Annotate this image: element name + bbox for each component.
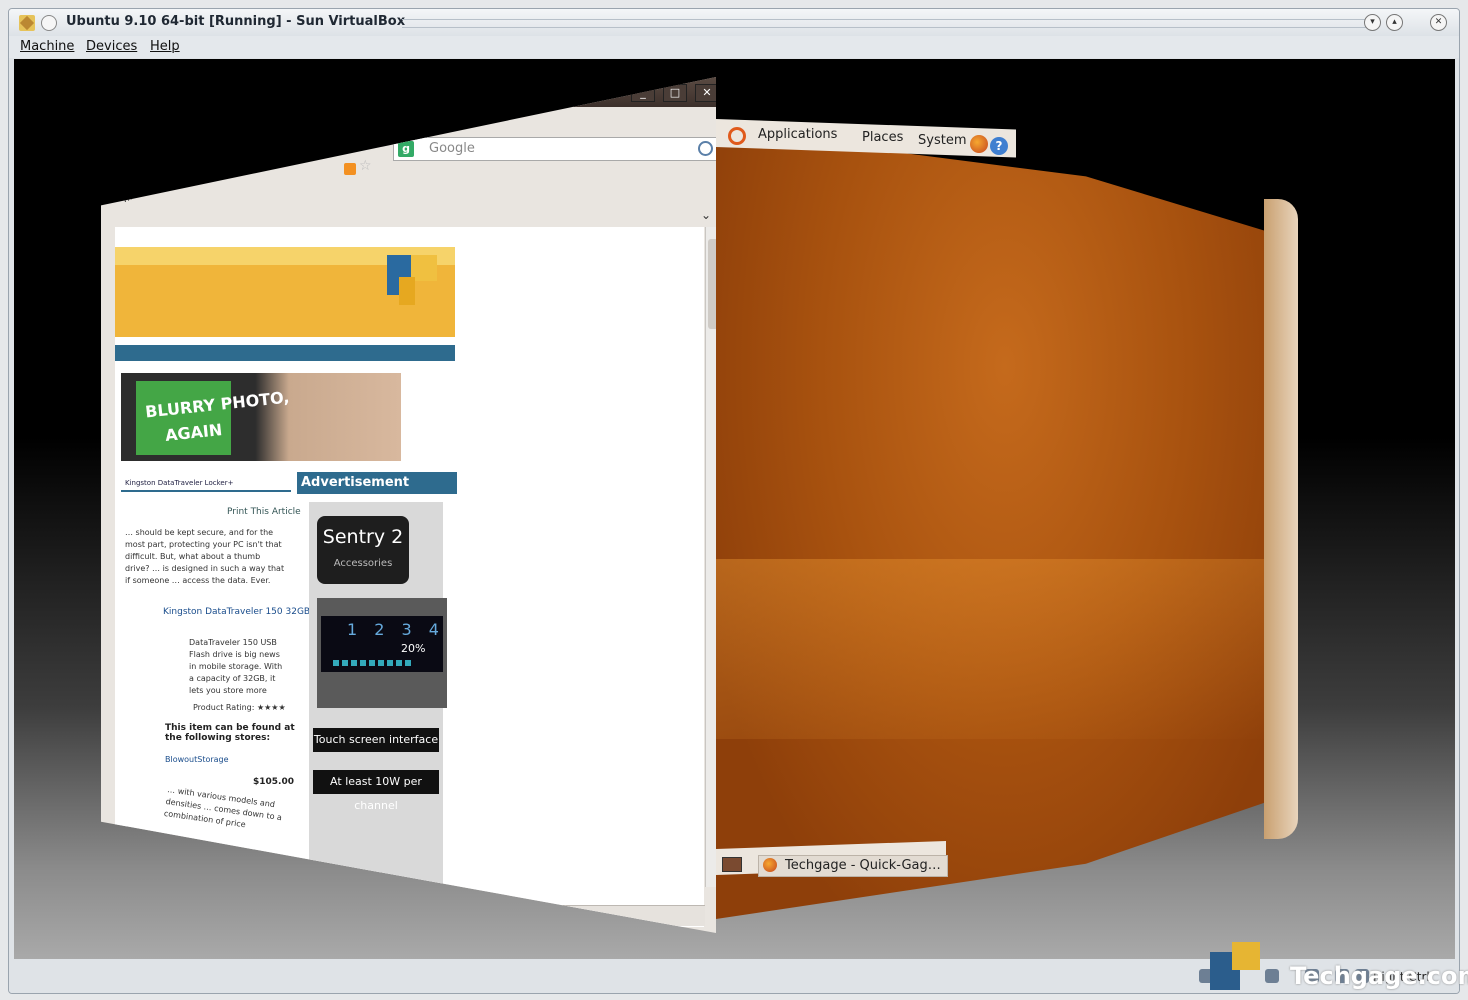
menu-machine[interactable]: Machine (20, 39, 74, 54)
banner-image[interactable]: BLURRY PHOTO, AGAIN (121, 373, 401, 461)
taskbar-item-label: Techgage - Quick-Gag… (785, 858, 941, 873)
firefox-maximize-icon[interactable]: □ (663, 84, 687, 102)
product-name-link[interactable]: Kingston DataTraveler 150 32GB USB (163, 607, 331, 617)
cube-edge (1264, 199, 1298, 839)
window-title: Ubuntu 9.10 64-bit [Running] - Sun Virtu… (66, 14, 406, 29)
help-launcher-icon[interactable]: ? (990, 137, 1008, 155)
product-rating: Product Rating: ★★★★ (193, 703, 286, 712)
usb-icon[interactable] (1265, 969, 1279, 983)
search-placeholder: Google (429, 141, 475, 156)
ad-subtitle: Accessories (333, 558, 393, 569)
watermark-text: Techgage.com (1290, 962, 1468, 990)
firefox-close-icon[interactable]: ✕ (695, 84, 716, 102)
article-excerpt: … should be kept secure, and for the mos… (125, 528, 285, 585)
virtualbox-app-icon[interactable] (19, 15, 35, 31)
firefox-window: _ □ ✕ … DataTraveler Locker+ - Mozilla F… (101, 77, 716, 933)
retailer-link[interactable]: BlowoutStorage (165, 755, 229, 764)
ad-display-numbers: 1 2 3 4 (347, 620, 445, 639)
firefox-icon (763, 858, 777, 872)
ubuntu-logo-icon[interactable] (728, 127, 746, 145)
product-description: DataTraveler 150 USB Flash drive is big … (189, 638, 283, 695)
ad-caption-power: At least 10W per channel (313, 770, 439, 812)
firefox-minimize-icon[interactable]: _ (631, 84, 655, 102)
menu-help[interactable]: Help (150, 39, 180, 54)
firefox-launcher-icon[interactable] (970, 135, 988, 153)
site-nav-bar (115, 345, 455, 361)
search-box[interactable]: g Google (393, 137, 716, 161)
title-bar[interactable]: Ubuntu 9.10 64-bit [Running] - Sun Virtu… (9, 9, 1459, 36)
article-continued-text: … with various models and densities … co… (163, 785, 283, 830)
bookmark-star-icon[interactable]: ☆ (359, 158, 372, 174)
advertisement-label: Advertisement (301, 475, 410, 490)
stores-heading: This item can be found at the following … (165, 723, 295, 743)
menu-applications[interactable]: Applications (758, 127, 837, 142)
watermark-logo (1210, 942, 1260, 992)
ad-caption-touchscreen: Touch screen interface (313, 728, 439, 752)
advertisement-box[interactable]: Sentry 2 Accessories 1 2 3 4 20% Touch s… (309, 502, 447, 892)
guest-screen[interactable]: Applications Places System ? Techgage - … (14, 59, 1455, 959)
rss-feed-icon[interactable] (344, 163, 356, 175)
print-article-link[interactable]: Print This Article (227, 507, 301, 517)
menu-bar: Machine Devices Help (9, 36, 1459, 58)
google-search-engine-icon[interactable]: g (398, 141, 414, 157)
ad-sentry-logo: Sentry 2 Accessories (317, 516, 409, 584)
firefox-title-bar[interactable]: _ □ ✕ (101, 77, 716, 107)
menu-system[interactable]: System (918, 133, 966, 148)
minimize-icon[interactable]: ▾ (1364, 14, 1381, 31)
article-title: Kingston DataTraveler Locker+ (125, 479, 234, 487)
pin-icon[interactable] (41, 15, 57, 31)
close-icon[interactable]: ✕ (1430, 14, 1447, 31)
chevron-down-icon[interactable]: ⌄ (701, 208, 711, 222)
page-content[interactable]: BLURRY PHOTO, AGAIN Kingston DataTravele… (115, 227, 704, 927)
search-icon[interactable] (698, 141, 713, 156)
firefox-window-title: … DataTraveler Locker+ - Mozilla Firefox (121, 119, 313, 206)
wallpaper-sheen (716, 559, 1294, 739)
maximize-icon[interactable]: ▴ (1386, 14, 1403, 31)
show-desktop-icon[interactable] (722, 857, 742, 872)
site-header (115, 247, 455, 337)
firefox-status-bar (115, 905, 705, 926)
ad-product-image: 1 2 3 4 20% (317, 598, 447, 708)
menu-devices[interactable]: Devices (86, 39, 137, 54)
title-bar-grip (402, 19, 1367, 28)
desktop-wallpaper (716, 129, 1294, 919)
product-price: $105.00 (253, 777, 294, 787)
ad-display-percent: 20% (401, 642, 426, 655)
ad-title: Sentry 2 (322, 526, 404, 548)
taskbar-item-firefox[interactable]: Techgage - Quick-Gag… (758, 855, 948, 877)
menu-places[interactable]: Places (862, 130, 903, 145)
techgage-logo[interactable] (387, 255, 437, 305)
virtualbox-window: Ubuntu 9.10 64-bit [Running] - Sun Virtu… (8, 8, 1460, 994)
ad-display-bars (333, 660, 413, 666)
